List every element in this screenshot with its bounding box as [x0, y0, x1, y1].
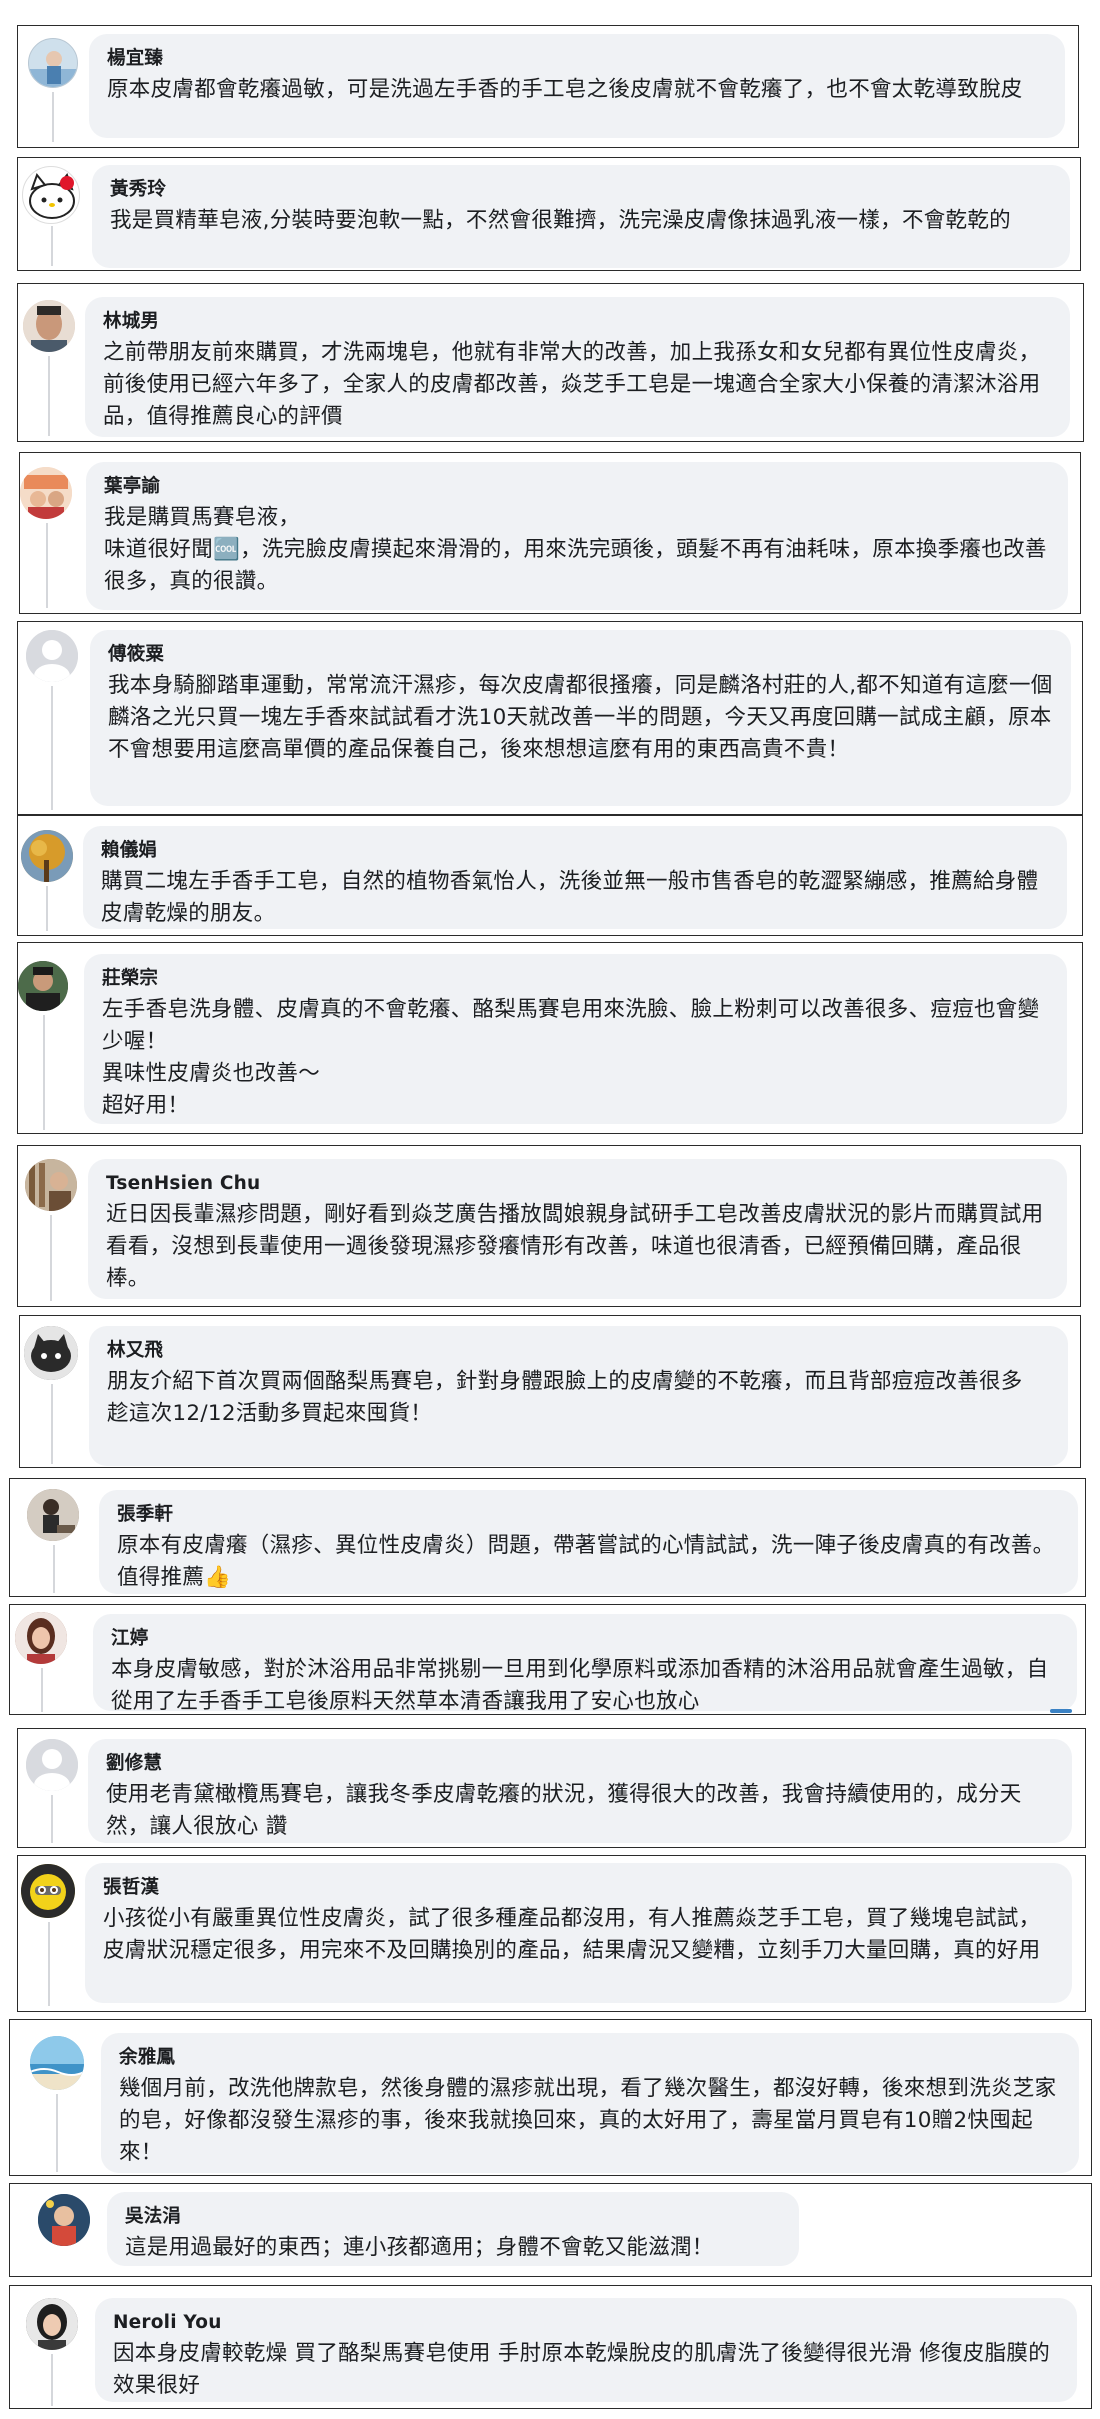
comment-card: 楊宜臻 原本皮膚都會乾癢過敏，可是洗過左手香的手工皂之後皮膚就不會乾癢了，也不會… [17, 25, 1079, 148]
commenter-name[interactable]: 林城男 [103, 310, 1052, 334]
reply-thread-line [46, 523, 48, 608]
avatar-photo-icon[interactable] [23, 300, 75, 352]
comment-card: 林又飛 朋友介紹下首次買兩個酪梨馬賽皂，針對身體跟臉上的皮膚變的不乾癢，而且背部… [19, 1315, 1081, 1468]
commenter-name[interactable]: 張哲漢 [103, 1876, 1054, 1900]
commenter-name[interactable]: TsenHsien Chu [106, 1172, 1049, 1196]
comment-card: 張季軒 原本有皮膚癢（濕疹、異位性皮膚炎）問題，帶著嘗試的心情試試，洗一陣子後皮… [9, 1478, 1086, 1597]
comment-text: 我本身騎腳踏車運動，常常流汗濕疹，每次皮膚都很搔癢，同是麟洛村莊的人,都不知道有… [108, 673, 1053, 762]
comment-text: 之前帶朋友前來購買，才洗兩塊皂，他就有非常大的改善，加上我孫女和女兒都有異位性皮… [103, 340, 1041, 429]
avatar-photo-icon[interactable] [21, 1864, 75, 1918]
reply-thread-line [41, 1668, 43, 1712]
scroll-indicator[interactable] [1050, 1709, 1072, 1713]
commenter-name[interactable]: 林又飛 [107, 1339, 1050, 1363]
comment-text: 小孩從小有嚴重異位性皮膚炎，試了很多種產品都沒用，有人推薦焱芝手工皂，買了幾塊皂… [103, 1906, 1041, 1963]
reply-thread-line [51, 1384, 53, 1464]
avatar-photo-icon[interactable] [25, 1159, 77, 1211]
avatar-photo-icon[interactable] [27, 1489, 79, 1541]
comment-card: 張哲漢 小孩從小有嚴重異位性皮膚炎，試了很多種產品都沒用，有人推薦焱芝手工皂，買… [17, 1855, 1086, 2012]
commenter-name[interactable]: 張季軒 [117, 1503, 1060, 1527]
comment-card: 傅筱粟 我本身騎腳踏車運動，常常流汗濕疹，每次皮膚都很搔癢，同是麟洛村莊的人,都… [17, 621, 1083, 815]
default-user-icon[interactable] [26, 630, 78, 682]
comment-card: TsenHsien Chu 近日因長輩濕疹問題，剛好看到焱芝廣告播放闆娘親身試研… [17, 1145, 1081, 1307]
commenter-name[interactable]: 余雅鳳 [119, 2046, 1061, 2070]
comment-card: 林城男 之前帶朋友前來購買，才洗兩塊皂，他就有非常大的改善，加上我孫女和女兒都有… [17, 283, 1084, 442]
comment-card: 余雅鳳 幾個月前，改洗他牌款皂，然後身體的濕疹就出現，看了幾次醫生，都沒好轉，後… [9, 2019, 1092, 2176]
reply-thread-line [52, 92, 54, 142]
reply-thread-line [50, 1215, 52, 1301]
comment-card: 葉亭諭 我是購買馬賽皂液， 味道很好聞🆒，洗完臉皮膚摸起來滑滑的，用來洗完頭後，… [19, 452, 1081, 614]
comment-card: Neroli You 因本身皮膚較乾燥 買了酪梨馬賽皂使用 手肘原本乾燥脫皮的肌… [9, 2285, 1092, 2409]
comment-text: 因本身皮膚較乾燥 買了酪梨馬賽皂使用 手肘原本乾燥脫皮的肌膚洗了後變得很光滑 修… [113, 2341, 1051, 2398]
comment-card: 賴儀娟 購買二塊左手香手工皂，自然的植物香氣怡人，洗後並無一般市售香皂的乾澀緊繃… [17, 815, 1083, 936]
avatar-photo-icon[interactable] [20, 467, 72, 519]
reply-thread-line [51, 2354, 53, 2406]
comment-text: 本身皮膚敏感，對於沐浴用品非常挑剔一旦用到化學原料或添加香精的沐浴用品就會產生過… [111, 1657, 1049, 1714]
comment-text: 這是用過最好的東西；連小孩都適用；身體不會乾又能滋潤！ [125, 2235, 714, 2260]
comment-bubble: 賴儀娟 購買二塊左手香手工皂，自然的植物香氣怡人，洗後並無一般市售香皂的乾澀緊繃… [83, 826, 1067, 929]
comment-bubble: 張季軒 原本有皮膚癢（濕疹、異位性皮膚炎）問題，帶著嘗試的心情試試，洗一陣子後皮… [99, 1490, 1078, 1594]
commenter-name[interactable]: 葉亭諭 [104, 475, 1050, 499]
comment-bubble: 楊宜臻 原本皮膚都會乾癢過敏，可是洗過左手香的手工皂之後皮膚就不會乾癢了，也不會… [89, 34, 1065, 138]
comment-bubble: 劉修慧 使用老青黛橄欖馬賽皂，讓我冬季皮膚乾癢的狀況，獲得很大的改善，我會持續使… [88, 1739, 1072, 1843]
comment-bubble: 余雅鳳 幾個月前，改洗他牌款皂，然後身體的濕疹就出現，看了幾次醫生，都沒好轉，後… [101, 2033, 1079, 2173]
comment-text: 購買二塊左手香手工皂，自然的植物香氣怡人，洗後並無一般市售香皂的乾澀緊繃感，推薦… [101, 869, 1039, 926]
avatar-photo-icon[interactable] [28, 38, 78, 88]
comment-bubble: TsenHsien Chu 近日因長輩濕疹問題，剛好看到焱芝廣告播放闆娘親身試研… [88, 1159, 1067, 1299]
comment-card: 莊榮宗 左手香皂洗身體、皮膚真的不會乾癢、酪梨馬賽皂用來洗臉、臉上粉刺可以改善很… [17, 942, 1083, 1134]
reply-thread-line [51, 686, 53, 810]
comment-text: 我是買精華皂液,分裝時要泡軟一點，不然會很難擠，洗完澡皮膚像抹過乳液一樣，不會乾… [110, 208, 1011, 233]
reply-thread-line [43, 1015, 45, 1130]
commenter-name[interactable]: 楊宜臻 [107, 47, 1047, 71]
avatar-photo-icon[interactable] [30, 2036, 84, 2090]
avatar-photo-icon[interactable] [18, 961, 68, 1011]
hello-kitty-icon[interactable] [22, 166, 80, 224]
commenter-name[interactable]: 傅筱粟 [108, 643, 1053, 667]
comment-bubble: 黃秀玲 我是買精華皂液,分裝時要泡軟一點，不然會很難擠，洗完澡皮膚像抹過乳液一樣… [92, 165, 1070, 268]
reply-thread-line [56, 2094, 58, 2172]
reply-thread-line [46, 886, 48, 931]
comment-bubble: 莊榮宗 左手香皂洗身體、皮膚真的不會乾癢、酪梨馬賽皂用來洗臉、臉上粉刺可以改善很… [84, 954, 1067, 1124]
avatar-photo-icon[interactable] [24, 1326, 78, 1380]
comment-bubble: 林城男 之前帶朋友前來購買，才洗兩塊皂，他就有非常大的改善，加上我孫女和女兒都有… [85, 297, 1070, 437]
comment-bubble: 葉亭諭 我是購買馬賽皂液， 味道很好聞🆒，洗完臉皮膚摸起來滑滑的，用來洗完頭後，… [86, 462, 1068, 610]
commenter-name[interactable]: 黃秀玲 [110, 178, 1052, 202]
comment-card: 劉修慧 使用老青黛橄欖馬賽皂，讓我冬季皮膚乾癢的狀況，獲得很大的改善，我會持續使… [17, 1728, 1086, 1848]
comment-text: 朋友介紹下首次買兩個酪梨馬賽皂，針對身體跟臉上的皮膚變的不乾癢，而且背部痘痘改善… [107, 1369, 1023, 1426]
commenter-name[interactable]: 江婷 [111, 1627, 1059, 1651]
comment-card: 吳法涓 這是用過最好的東西；連小孩都適用；身體不會乾又能滋潤！ [9, 2183, 1092, 2277]
comment-bubble: 林又飛 朋友介紹下首次買兩個酪梨馬賽皂，針對身體跟臉上的皮膚變的不乾癢，而且背部… [89, 1326, 1068, 1466]
comment-bubble: 傅筱粟 我本身騎腳踏車運動，常常流汗濕疹，每次皮膚都很搔癢，同是麟洛村莊的人,都… [90, 630, 1071, 806]
comment-bubble: 江婷 本身皮膚敏感，對於沐浴用品非常挑剔一旦用到化學原料或添加香精的沐浴用品就會… [93, 1614, 1077, 1714]
reply-thread-line [51, 1795, 53, 1843]
avatar-photo-icon[interactable] [15, 1612, 67, 1664]
comment-card: 黃秀玲 我是買精華皂液,分裝時要泡軟一點，不然會很難擠，洗完澡皮膚像抹過乳液一樣… [17, 157, 1081, 271]
comment-bubble: 張哲漢 小孩從小有嚴重異位性皮膚炎，試了很多種產品都沒用，有人推薦焱芝手工皂，買… [85, 1863, 1072, 2003]
avatar-photo-icon[interactable] [21, 830, 73, 882]
comment-card: 江婷 本身皮膚敏感，對於沐浴用品非常挑剔一旦用到化學原料或添加香精的沐浴用品就會… [9, 1604, 1086, 1715]
commenter-name[interactable]: 賴儀娟 [101, 839, 1049, 863]
comment-text: 近日因長輩濕疹問題，剛好看到焱芝廣告播放闆娘親身試研手工皂改善皮膚狀況的影片而購… [106, 1202, 1044, 1291]
commenter-name[interactable]: 吳法涓 [125, 2205, 781, 2229]
reply-thread-line [48, 1922, 50, 2006]
comment-text: 幾個月前，改洗他牌款皂，然後身體的濕疹就出現，看了幾次醫生，都沒好轉，後來想到洗… [119, 2076, 1057, 2165]
comment-text: 我是購買馬賽皂液， 味道很好聞🆒，洗完臉皮膚摸起來滑滑的，用來洗完頭後，頭髮不再… [104, 505, 1047, 594]
comment-text: 原本皮膚都會乾癢過敏，可是洗過左手香的手工皂之後皮膚就不會乾癢了，也不會太乾導致… [107, 77, 1023, 102]
commenter-name[interactable]: Neroli You [113, 2311, 1059, 2335]
commenter-name[interactable]: 劉修慧 [106, 1752, 1054, 1776]
avatar-photo-icon[interactable] [26, 2298, 78, 2350]
avatar-photo-icon[interactable] [38, 2194, 90, 2246]
reply-thread-line [48, 356, 50, 436]
reply-thread-line [51, 226, 53, 266]
comment-text: 原本有皮膚癢（濕疹、異位性皮膚炎）問題，帶著嘗試的心情試試，洗一陣子後皮膚真的有… [117, 1533, 1055, 1590]
commenter-name[interactable]: 莊榮宗 [102, 967, 1049, 991]
reply-thread-line [53, 1545, 55, 1593]
comment-text: 左手香皂洗身體、皮膚真的不會乾癢、酪梨馬賽皂用來洗臉、臉上粉刺可以改善很多、痘痘… [102, 997, 1040, 1118]
comment-text: 使用老青黛橄欖馬賽皂，讓我冬季皮膚乾癢的狀況，獲得很大的改善，我會持續使用的，成… [106, 1782, 1022, 1839]
comment-bubble: 吳法涓 這是用過最好的東西；連小孩都適用；身體不會乾又能滋潤！ [107, 2192, 799, 2266]
default-user-icon[interactable] [26, 1739, 78, 1791]
comment-bubble: Neroli You 因本身皮膚較乾燥 買了酪梨馬賽皂使用 手肘原本乾燥脫皮的肌… [95, 2298, 1077, 2402]
